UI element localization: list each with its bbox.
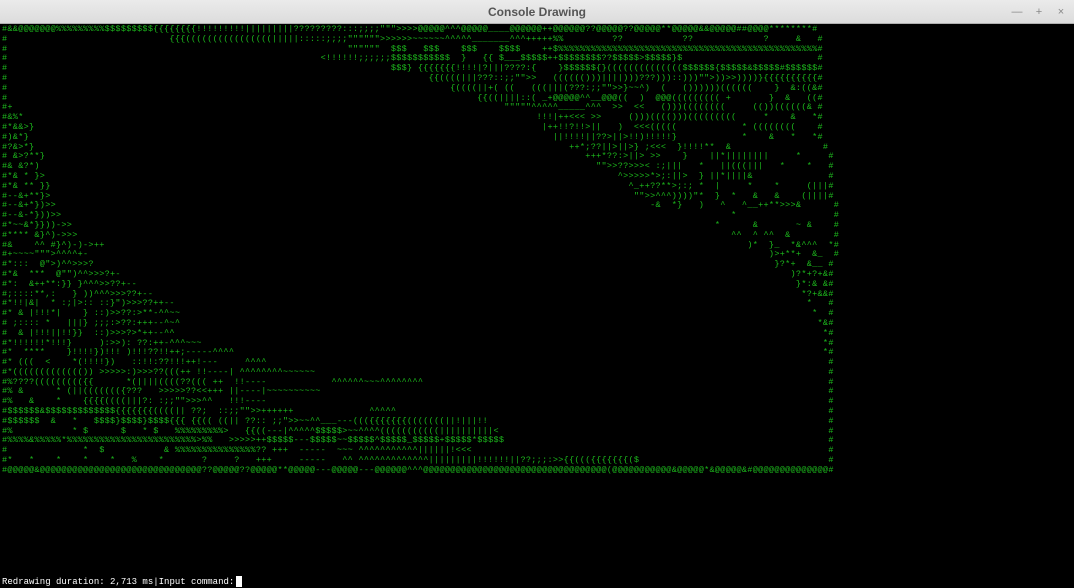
input-label: Input command: xyxy=(159,577,235,587)
close-button[interactable]: × xyxy=(1052,4,1070,20)
window-controls: — + × xyxy=(1008,4,1070,20)
status-bar: Redrawing duration: 2,713 ms | Input com… xyxy=(0,575,1074,588)
redraw-value: 2,713 ms xyxy=(110,577,153,587)
minimize-button[interactable]: — xyxy=(1008,4,1026,20)
terminal-output: #&&@@@@@@@%%%%%%%%%$$$$$$$$${{{{{{{{!!!!… xyxy=(0,24,1074,575)
titlebar[interactable]: Console Drawing — + × xyxy=(0,0,1074,24)
redraw-label: Redrawing duration: xyxy=(2,577,105,587)
window-title: Console Drawing xyxy=(488,5,586,19)
input-cursor[interactable] xyxy=(236,576,242,587)
app-window: Console Drawing — + × #&&@@@@@@@%%%%%%%%… xyxy=(0,0,1074,588)
maximize-button[interactable]: + xyxy=(1030,4,1048,20)
